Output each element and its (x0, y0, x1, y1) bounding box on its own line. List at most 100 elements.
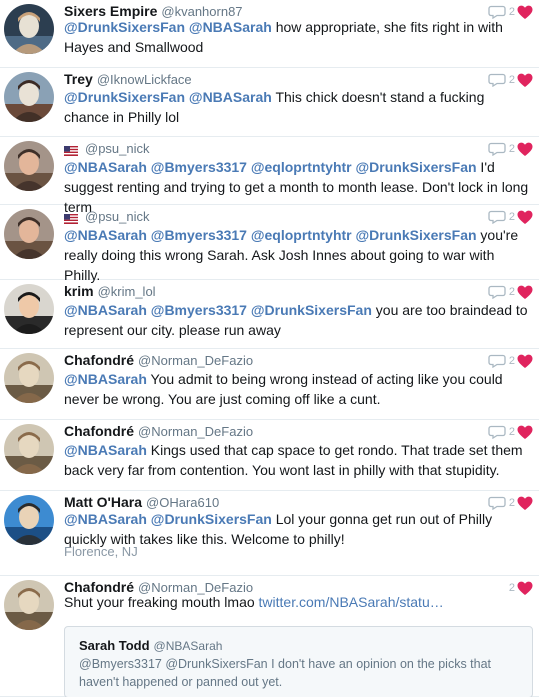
tweet-text: @NBASarah @DrunkSixersFan Lol your gonna… (64, 509, 529, 549)
display-name[interactable]: Chafondré (64, 352, 134, 368)
avatar[interactable] (4, 353, 54, 403)
user-handle[interactable]: @Norman_DeFazio (138, 424, 253, 439)
reply-count: 2 (508, 497, 515, 509)
reply-icon[interactable] (488, 142, 506, 156)
mention-link[interactable]: @NBASarah (64, 159, 147, 175)
user-handle[interactable]: @OHara610 (146, 495, 219, 510)
us-flag-icon (64, 211, 78, 224)
tweet-actions: 2 (488, 284, 533, 300)
quoted-user-handle: @NBASarah (153, 639, 223, 653)
avatar[interactable] (4, 495, 54, 545)
reply-icon[interactable] (488, 285, 506, 299)
tweet-text: @NBASarah You admit to being wrong inste… (64, 369, 529, 409)
display-name[interactable]: krim (64, 283, 94, 299)
avatar[interactable] (4, 209, 54, 259)
us-flag-icon (64, 143, 78, 156)
tweet-text: @NBASarah @Bmyers3317 @eqloprtntyhtr @Dr… (64, 225, 529, 285)
tweet-item: Trey @IknowLickface @DrunkSixersFan @NBASa… (0, 68, 539, 137)
mention-link[interactable]: @NBASarah (189, 89, 272, 105)
heart-icon[interactable] (517, 142, 533, 157)
tweet-header: Chafondré @Norman_DeFazio (64, 351, 253, 369)
tweet-item: Matt O'Hara @OHara610 @NBASarah @DrunkSixe… (0, 491, 539, 576)
reply-count: 2 (508, 143, 515, 155)
reply-icon[interactable] (488, 425, 506, 439)
tweet-text: @NBASarah @Bmyers3317 @DrunkSixersFan yo… (64, 300, 529, 340)
tweet-header: @psu_nick (64, 139, 150, 157)
reply-icon[interactable] (488, 210, 506, 224)
heart-icon[interactable] (517, 5, 533, 20)
mention-link[interactable]: @Bmyers3317 (151, 227, 247, 243)
tweet-header: krim @krim_lol (64, 282, 156, 300)
text-segment: Shut your freaking mouth lmao (64, 594, 259, 610)
user-handle[interactable]: @psu_nick (85, 209, 150, 224)
tweet-item: Chafondré @Norman_DeFazio @NBASarah Kings … (0, 420, 539, 491)
reply-count: 2 (508, 211, 515, 223)
reply-icon[interactable] (488, 496, 506, 510)
heart-icon[interactable] (517, 210, 533, 225)
tweet-actions: 2 (488, 353, 533, 369)
mention-link[interactable]: @DrunkSixersFan (151, 511, 272, 527)
reply-count: 2 (508, 582, 515, 594)
reply-icon[interactable] (488, 354, 506, 368)
reply-icon[interactable] (488, 73, 506, 87)
reply-count: 2 (508, 355, 515, 367)
quoted-display-name: Sarah Todd (79, 638, 150, 653)
tweet-header: Trey @IknowLickface (64, 70, 192, 88)
user-handle[interactable]: @Norman_DeFazio (138, 353, 253, 368)
heart-icon[interactable] (517, 496, 533, 511)
mention-link[interactable]: @NBASarah (64, 302, 147, 318)
mention-link[interactable]: @eqloprtntyhtr (251, 227, 352, 243)
quoted-tweet[interactable]: Sarah Todd @NBASarah @Bmyers3317 @DrunkSix… (64, 626, 533, 697)
heart-icon[interactable] (517, 285, 533, 300)
mention-link[interactable]: @DrunkSixersFan (64, 89, 185, 105)
avatar[interactable] (4, 424, 54, 474)
tweet-actions: 2 (488, 72, 533, 88)
tweet-actions: 2 (488, 4, 533, 20)
mention-link[interactable]: @Bmyers3317 (151, 159, 247, 175)
display-name[interactable]: Chafondré (64, 423, 134, 439)
mention-link[interactable]: @NBASarah (189, 19, 272, 35)
user-handle[interactable]: @psu_nick (85, 141, 150, 156)
tweet-location: Florence, NJ (64, 544, 138, 559)
tweet-text: Shut your freaking mouth lmao twitter.co… (64, 592, 529, 612)
mention-link[interactable]: @NBASarah (64, 371, 147, 387)
reply-icon[interactable] (488, 5, 506, 19)
tweet-text: @DrunkSixersFan @NBASarah how appropriat… (64, 17, 529, 57)
tweet-item: krim @krim_lol @NBASarah @Bmyers3317 @Drun… (0, 280, 539, 349)
url-link[interactable]: twitter.com/NBASarah/statu… (259, 594, 444, 610)
mention-link[interactable]: @DrunkSixersFan (356, 159, 477, 175)
tweet-text: @NBASarah Kings used that cap space to g… (64, 440, 529, 480)
quoted-tweet-header: Sarah Todd @NBASarah (79, 637, 222, 655)
display-name[interactable]: Matt O'Hara (64, 494, 142, 510)
tweet-item: @psu_nick @NBASarah @Bmyers3317 @eqloprtn… (0, 137, 539, 215)
mention-link[interactable]: @eqloprtntyhtr (251, 159, 352, 175)
tweet-actions: 2 (488, 141, 533, 157)
mention-link[interactable]: @Bmyers3317 (151, 302, 247, 318)
mention-link[interactable]: @DrunkSixersFan (251, 302, 372, 318)
tweet-header: Chafondré @Norman_DeFazio (64, 422, 253, 440)
heart-icon[interactable] (517, 425, 533, 440)
avatar[interactable] (4, 580, 54, 630)
mention-link[interactable]: @DrunkSixersFan (64, 19, 185, 35)
tweet-actions: 2 (488, 209, 533, 225)
avatar[interactable] (4, 141, 54, 191)
display-name[interactable]: Trey (64, 71, 93, 87)
reply-count: 2 (508, 286, 515, 298)
mention-link[interactable]: @DrunkSixersFan (356, 227, 477, 243)
user-handle[interactable]: @krim_lol (98, 284, 156, 299)
mention-link[interactable]: @NBASarah (64, 511, 147, 527)
avatar[interactable] (4, 4, 54, 54)
avatar[interactable] (4, 72, 54, 122)
heart-icon[interactable] (517, 354, 533, 369)
heart-icon[interactable] (517, 73, 533, 88)
mention-link[interactable]: @NBASarah (64, 227, 147, 243)
avatar[interactable] (4, 284, 54, 334)
tweet-actions: 2 (506, 580, 533, 596)
mention-link[interactable]: @NBASarah (64, 442, 147, 458)
tweet-actions: 2 (488, 495, 533, 511)
heart-icon[interactable] (517, 581, 533, 596)
tweet-item: Chafondré @Norman_DeFazio Shut your freaki… (0, 576, 539, 697)
user-handle[interactable]: @IknowLickface (97, 72, 192, 87)
reply-count: 2 (508, 74, 515, 86)
tweet-actions: 2 (488, 424, 533, 440)
